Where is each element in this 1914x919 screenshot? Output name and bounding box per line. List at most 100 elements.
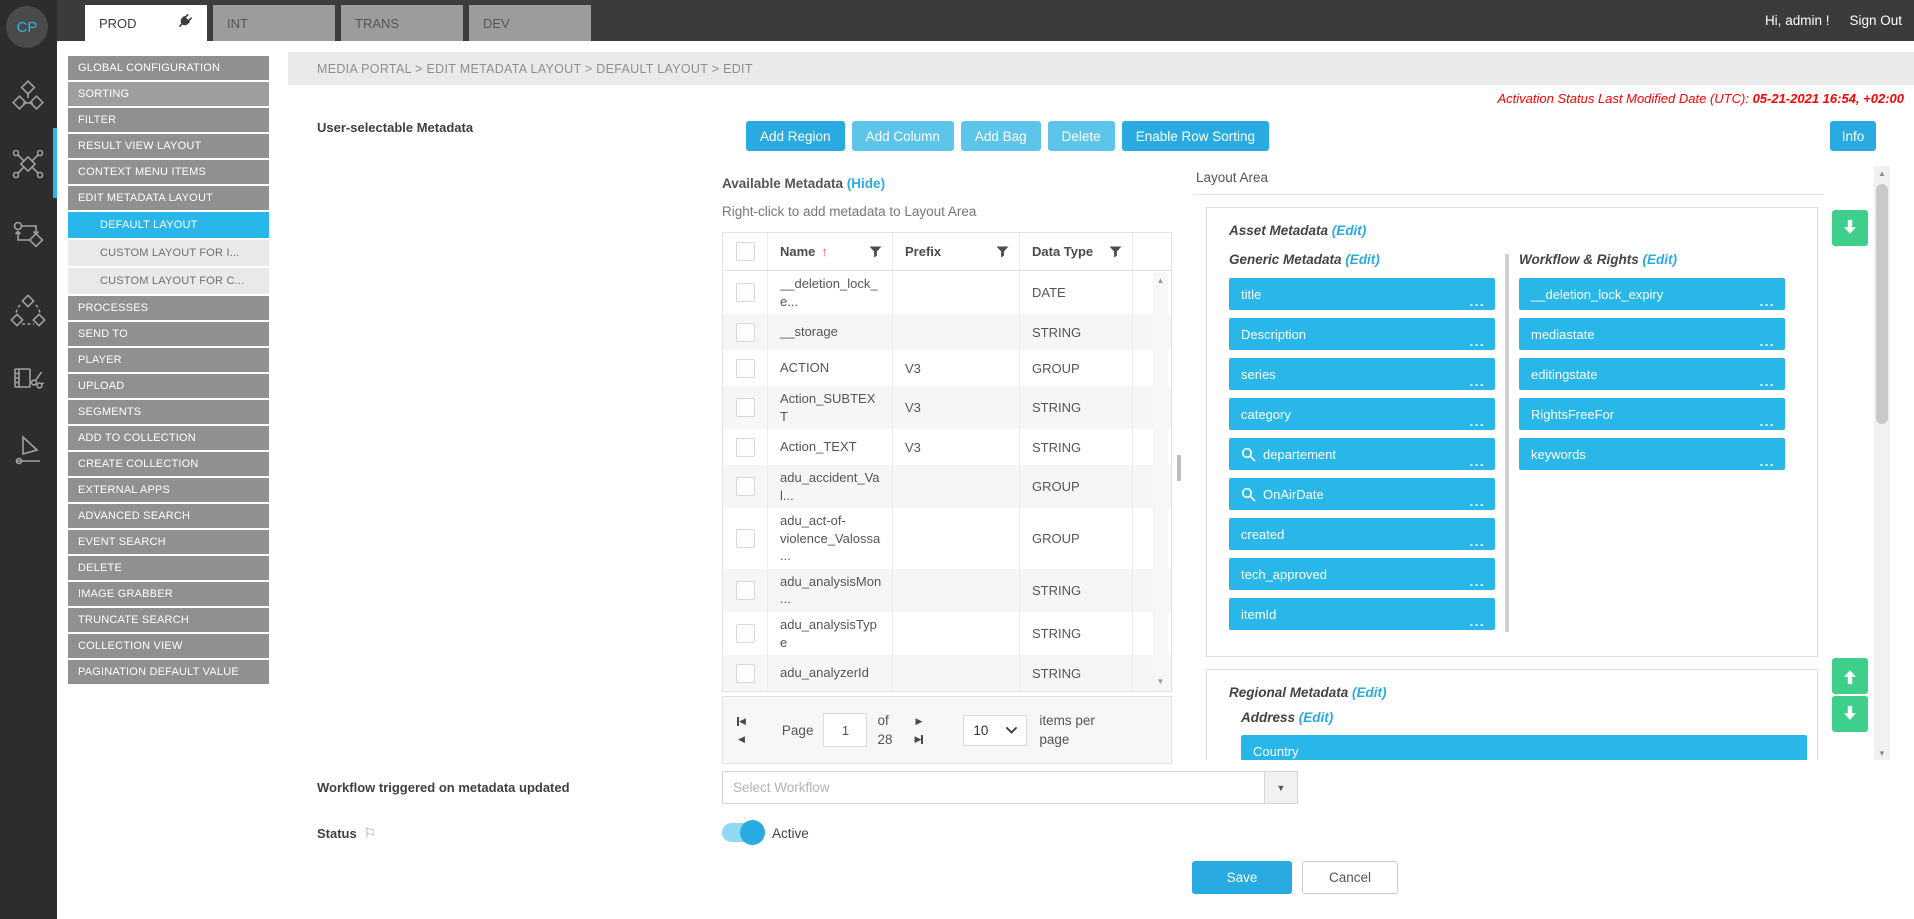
move-asset-group-down-button[interactable] [1832, 210, 1868, 246]
add-region-button[interactable]: Add Region [746, 121, 845, 151]
image-grabber-icon[interactable] [10, 432, 46, 468]
sidebar-item-default-layout[interactable]: DEFAULT LAYOUT [68, 212, 269, 238]
video-editor-icon[interactable] [10, 360, 46, 396]
sort-ascending-icon[interactable]: ↑ [821, 244, 828, 259]
sidebar-item-player[interactable]: PLAYER [68, 348, 269, 372]
row-checkbox[interactable] [736, 664, 755, 683]
sidebar-item-edit-metadata-layout[interactable]: EDIT METADATA LAYOUT [68, 186, 269, 210]
integrations-icon[interactable] [10, 146, 46, 182]
scroll-down-icon[interactable]: ▼ [1157, 677, 1165, 686]
scroll-up-icon[interactable]: ▲ [1874, 166, 1890, 180]
tab-trans[interactable]: TRANS [341, 5, 463, 41]
header-data-type[interactable]: Data Type [1020, 233, 1133, 270]
chip-menu-icon[interactable]: ... [1470, 334, 1485, 349]
row-checkbox[interactable] [736, 283, 755, 302]
row-checkbox[interactable] [736, 624, 755, 643]
sidebar-item-context-menu-items[interactable]: CONTEXT MENU ITEMS [68, 160, 269, 184]
table-scrollbar[interactable]: ▲ ▼ [1153, 273, 1168, 689]
metadata-chip[interactable]: RightsFreeFor... [1519, 398, 1785, 430]
chip-menu-icon[interactable]: ... [1782, 751, 1797, 760]
dropdown-arrow-icon[interactable]: ▼ [1264, 772, 1297, 803]
chip-menu-icon[interactable]: ... [1470, 414, 1485, 429]
header-name[interactable]: Name ↑ [768, 233, 893, 270]
sidebar-item-filter[interactable]: FILTER [68, 108, 269, 132]
chip-menu-icon[interactable]: ... [1470, 374, 1485, 389]
sidebar-item-global-configuration[interactable]: GLOBAL CONFIGURATION [68, 56, 269, 80]
sidebar-item-send-to[interactable]: SEND TO [68, 322, 269, 346]
sidebar-item-truncate-search[interactable]: TRUNCATE SEARCH [68, 608, 269, 632]
scroll-down-icon[interactable]: ▼ [1874, 746, 1890, 760]
last-page-button[interactable]: ▶ [914, 735, 923, 744]
workflow-icon[interactable] [10, 216, 46, 252]
row-checkbox[interactable] [736, 477, 755, 496]
header-prefix[interactable]: Prefix [893, 233, 1020, 270]
assets-icon[interactable] [10, 78, 46, 114]
chip-menu-icon[interactable]: ... [1760, 334, 1775, 349]
sidebar-item-delete[interactable]: DELETE [68, 556, 269, 580]
chip-menu-icon[interactable]: ... [1470, 454, 1485, 469]
prefix-filter-icon[interactable] [996, 246, 1009, 258]
metadata-chip[interactable]: editingstate... [1519, 358, 1785, 390]
collaboration-icon[interactable] [10, 294, 46, 330]
tab-dev[interactable]: DEV [469, 5, 591, 41]
sidebar-item-event-search[interactable]: EVENT SEARCH [68, 530, 269, 554]
status-toggle[interactable] [722, 823, 762, 842]
table-row[interactable]: adu_act-of-violence_Valossa... GROUP [723, 508, 1171, 569]
address-edit-link[interactable]: (Edit) [1299, 710, 1334, 725]
layout-area-scrollbar[interactable]: ▲ ▼ [1874, 166, 1890, 760]
move-regional-group-down-button[interactable] [1832, 696, 1868, 732]
sidebar-item-custom-layout-2[interactable]: CUSTOM LAYOUT FOR C... [68, 268, 269, 294]
workflow-rights-edit-link[interactable]: (Edit) [1643, 252, 1678, 267]
metadata-chip[interactable]: departement... [1229, 438, 1495, 470]
panel-splitter-handle[interactable] [1177, 455, 1181, 481]
page-number-input[interactable] [823, 713, 867, 747]
info-button[interactable]: Info [1830, 121, 1876, 151]
table-row[interactable]: adu_analysisMon... STRING [723, 569, 1171, 612]
hide-link[interactable]: (Hide) [847, 176, 885, 191]
sidebar-item-sorting[interactable]: SORTING [68, 82, 269, 106]
sidebar-item-pagination-default-value[interactable]: PAGINATION DEFAULT VALUE [68, 660, 269, 684]
table-row[interactable]: adu_analyzerId STRING [723, 655, 1171, 691]
tab-int[interactable]: INT [213, 5, 335, 41]
row-checkbox[interactable] [736, 438, 755, 457]
regional-metadata-edit-link[interactable]: (Edit) [1352, 685, 1387, 700]
chip-menu-icon[interactable]: ... [1470, 294, 1485, 309]
prev-page-button[interactable]: ◀ [738, 735, 745, 744]
table-row[interactable]: adu_accident_Val... GROUP [723, 465, 1171, 508]
row-checkbox[interactable] [736, 359, 755, 378]
delete-button[interactable]: Delete [1048, 121, 1115, 151]
sidebar-item-add-to-collection[interactable]: ADD TO COLLECTION [68, 426, 269, 450]
metadata-chip[interactable]: __deletion_lock_expiry... [1519, 278, 1785, 310]
table-row[interactable]: __deletion_lock_e... DATE [723, 271, 1171, 314]
data-type-filter-icon[interactable] [1109, 246, 1122, 258]
name-filter-icon[interactable] [869, 246, 882, 258]
sidebar-item-processes[interactable]: PROCESSES [68, 296, 269, 320]
metadata-chip[interactable]: series... [1229, 358, 1495, 390]
table-row[interactable]: __storage STRING [723, 314, 1171, 350]
metadata-chip[interactable]: created... [1229, 518, 1495, 550]
chip-menu-icon[interactable]: ... [1760, 294, 1775, 309]
sidebar-item-result-view-layout[interactable]: RESULT VIEW LAYOUT [68, 134, 269, 158]
cancel-button[interactable]: Cancel [1302, 861, 1398, 894]
tab-prod[interactable]: PROD [85, 5, 207, 41]
sidebar-item-segments[interactable]: SEGMENTS [68, 400, 269, 424]
page-size-select[interactable]: 10 [963, 715, 1027, 746]
metadata-chip[interactable]: itemId... [1229, 598, 1495, 630]
metadata-chip[interactable]: category... [1229, 398, 1495, 430]
enable-row-sorting-button[interactable]: Enable Row Sorting [1122, 121, 1269, 151]
row-checkbox[interactable] [736, 398, 755, 417]
scroll-up-icon[interactable]: ▲ [1157, 276, 1165, 285]
table-row[interactable]: ACTION V3 GROUP [723, 350, 1171, 386]
table-row[interactable]: Action_SUBTEXT V3 STRING [723, 386, 1171, 429]
metadata-chip[interactable]: Description... [1229, 318, 1495, 350]
chip-menu-icon[interactable]: ... [1470, 494, 1485, 509]
chip-menu-icon[interactable]: ... [1760, 454, 1775, 469]
next-page-button[interactable]: ▶ [915, 717, 922, 726]
table-row[interactable]: Action_TEXT V3 STRING [723, 429, 1171, 465]
chip-menu-icon[interactable]: ... [1470, 614, 1485, 629]
save-button[interactable]: Save [1192, 861, 1292, 894]
row-checkbox[interactable] [736, 529, 755, 548]
metadata-chip[interactable]: OnAirDate... [1229, 478, 1495, 510]
sidebar-item-custom-layout-1[interactable]: CUSTOM LAYOUT FOR I... [68, 240, 269, 266]
generic-metadata-edit-link[interactable]: (Edit) [1345, 252, 1380, 267]
